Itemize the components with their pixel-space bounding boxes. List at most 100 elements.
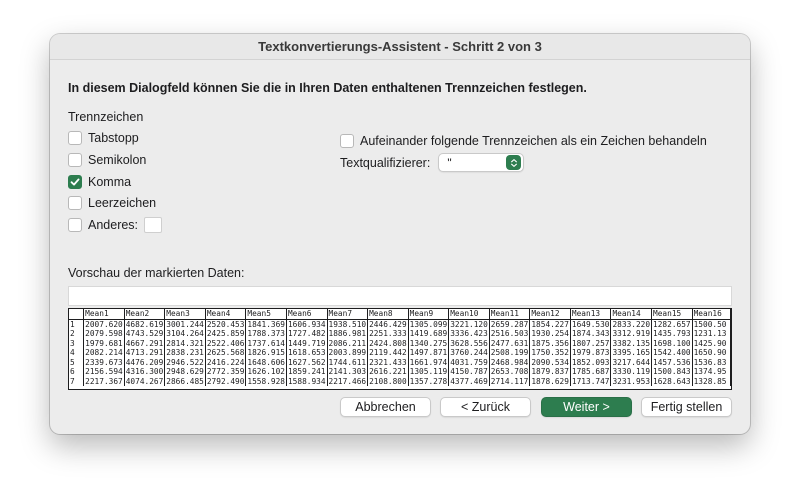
preview-cell: 2108.800 xyxy=(367,376,409,386)
checkbox-consecutive-delimiters[interactable]: Aufeinander folgende Trennzeichen als ei… xyxy=(340,134,707,148)
preview-header-cell: Mean14 xyxy=(610,309,653,320)
preview-cell: 4 xyxy=(69,348,85,358)
dialog-heading: In diesem Dialogfeld können Sie die in I… xyxy=(68,81,587,95)
checkbox-box[interactable] xyxy=(68,196,82,210)
text-qualifier-label: Textqualifizierer: xyxy=(340,155,431,170)
preview-cell: 4667.291 xyxy=(124,338,166,348)
next-button[interactable]: Weiter > xyxy=(541,397,632,417)
preview-cell: 3312.919 xyxy=(610,329,653,339)
preview-cell: 2772.359 xyxy=(205,367,247,377)
preview-cell: 1628.643 xyxy=(651,376,693,386)
text-qualifier-select[interactable]: " xyxy=(438,153,525,172)
checkbox-box[interactable] xyxy=(68,153,82,167)
preview-cell: 2477.631 xyxy=(489,338,531,348)
preview-header-cell: Mean1 xyxy=(83,309,125,320)
back-button[interactable]: < Zurück xyxy=(440,397,531,417)
text-qualifier-value: " xyxy=(447,155,452,170)
preview-cell: 1449.719 xyxy=(286,338,328,348)
preview-cell: 3001.244 xyxy=(164,319,206,329)
preview-cell: 1328.85 xyxy=(692,376,731,386)
preview-row: 6 2156.594 4316.300 2948.629 2772.359 1626.10… xyxy=(69,367,731,377)
preview-cell: 1841.369 xyxy=(245,319,287,329)
preview-cell: 4150.787 xyxy=(448,367,490,377)
preview-cell: 1 xyxy=(69,319,85,329)
other-delimiter-input[interactable] xyxy=(144,217,163,233)
checkbox-other[interactable]: Anderes: xyxy=(68,217,163,233)
preview-header-cell: Mean3 xyxy=(164,309,206,320)
preview-cell: 3217.644 xyxy=(610,357,653,367)
cancel-button[interactable]: Abbrechen xyxy=(340,397,431,417)
preview-cell: 1457.536 xyxy=(651,357,693,367)
checkmark-icon xyxy=(70,178,80,186)
preview-cell: 2217.466 xyxy=(327,376,369,386)
preview-cell: 1357.278 xyxy=(408,376,450,386)
finish-button[interactable]: Fertig stellen xyxy=(641,397,732,417)
preview-cell: 1588.934 xyxy=(286,376,328,386)
preview-header-cell: Mean10 xyxy=(448,309,490,320)
preview-cell: 2508.199 xyxy=(489,348,531,358)
checkbox-label: Semikolon xyxy=(88,153,147,167)
preview-cell: 2007.620 xyxy=(83,319,125,329)
preview-header-cell: Mean6 xyxy=(286,309,328,320)
preview-cell: 1661.974 xyxy=(408,357,450,367)
preview-cell: 4074.267 xyxy=(124,376,166,386)
preview-label: Vorschau der markierten Daten: xyxy=(68,266,245,280)
preview-header-cell: Mean2 xyxy=(124,309,166,320)
checkbox-comma[interactable]: Komma xyxy=(68,175,131,189)
preview-cell: 3330.119 xyxy=(610,367,653,377)
preview-header-cell: Mean9 xyxy=(408,309,450,320)
preview-row: 2 2079.598 4743.529 3104.264 2425.859 1788.37… xyxy=(69,329,731,339)
preview-cell: 2520.453 xyxy=(205,319,247,329)
preview-cell: 1305.099 xyxy=(408,319,450,329)
delimiters-group-label: Trennzeichen xyxy=(68,110,144,124)
preview-header-cell: Mean4 xyxy=(205,309,247,320)
preview-cell: 3628.556 xyxy=(448,338,490,348)
preview-cell: 1626.102 xyxy=(245,367,287,377)
preview-header-cell: Mean12 xyxy=(529,309,571,320)
preview-cell: 2814.321 xyxy=(164,338,206,348)
preview-cell: 1979.681 xyxy=(83,338,125,348)
preview-cell: 1536.83 xyxy=(692,357,731,367)
preview-cell: 2090.534 xyxy=(529,357,571,367)
preview-table: Mean1 Mean2 Mean3 Mean4 Mean5 Mean6 Mean7 Mean8… xyxy=(69,309,731,386)
preview-cell: 1930.254 xyxy=(529,329,571,339)
preview-cell: 1606.934 xyxy=(286,319,328,329)
preview-row: 3 1979.681 4667.291 2814.321 2522.406 1737.61… xyxy=(69,338,731,348)
preview-cell: 1744.611 xyxy=(327,357,369,367)
preview-cell: 4682.619 xyxy=(124,319,166,329)
preview-cell: 2141.303 xyxy=(327,367,369,377)
preview-cell: 2321.433 xyxy=(367,357,409,367)
preview-cell: 4031.759 xyxy=(448,357,490,367)
checkbox-space[interactable]: Leerzeichen xyxy=(68,196,156,210)
preview-header-cell: Mean15 xyxy=(651,309,693,320)
preview-cell: 4377.469 xyxy=(448,376,490,386)
preview-cell: 2086.211 xyxy=(327,338,369,348)
preview-cell: 2339.673 xyxy=(83,357,125,367)
preview-cell: 1627.562 xyxy=(286,357,328,367)
preview-cell: 1558.928 xyxy=(245,376,287,386)
preview-cell: 2866.485 xyxy=(164,376,206,386)
select-chevrons-icon[interactable] xyxy=(506,155,522,170)
preview-row: 7 2217.367 4074.267 2866.485 2792.490 1558.92… xyxy=(69,376,731,386)
preview-cell: 4476.209 xyxy=(124,357,166,367)
checkbox-box[interactable] xyxy=(68,131,82,145)
preview-row: 1 2007.620 4682.619 3001.244 2520.453 1841.36… xyxy=(69,319,731,329)
preview-cell: 3104.264 xyxy=(164,329,206,339)
preview-cell: 3231.953 xyxy=(610,376,653,386)
checkbox-box-checked[interactable] xyxy=(68,175,82,189)
checkbox-label: Komma xyxy=(88,175,132,189)
preview-cell: 1542.400 xyxy=(651,348,693,358)
preview-cell: 2156.594 xyxy=(83,367,125,377)
preview-strip xyxy=(68,286,732,306)
preview-cell: 1737.614 xyxy=(245,338,287,348)
checkbox-box[interactable] xyxy=(68,218,82,232)
data-preview[interactable]: Mean1 Mean2 Mean3 Mean4 Mean5 Mean6 Mean7 Mean8… xyxy=(68,308,732,390)
checkbox-semicolon[interactable]: Semikolon xyxy=(68,153,146,167)
preview-cell: 1435.793 xyxy=(651,329,693,339)
checkbox-tab[interactable]: Tabstopp xyxy=(68,131,139,145)
preview-cell: 2468.984 xyxy=(489,357,531,367)
preview-cell: 7 xyxy=(69,376,85,386)
preview-cell: 1305.119 xyxy=(408,367,450,377)
checkbox-box[interactable] xyxy=(340,134,354,148)
checkbox-label: Tabstopp xyxy=(88,131,139,145)
